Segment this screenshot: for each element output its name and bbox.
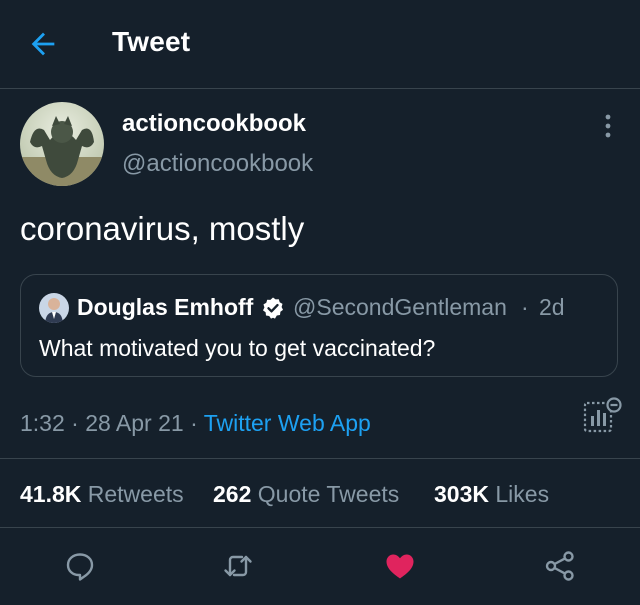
quoted-avatar xyxy=(39,293,69,323)
retweet-button[interactable] xyxy=(222,550,254,582)
page-title: Tweet xyxy=(112,26,191,57)
arrow-left-icon xyxy=(31,32,55,56)
retweets-stat[interactable]: 41.8K Retweets xyxy=(20,481,184,508)
quote-tweets-label: Quote Tweets xyxy=(257,481,400,507)
separator-dot: · xyxy=(71,410,79,436)
verified-badge-icon xyxy=(261,296,285,320)
like-button[interactable] xyxy=(384,550,416,582)
tweet-analytics-button[interactable] xyxy=(582,396,624,436)
quoted-handle: @SecondGentleman xyxy=(293,294,507,320)
more-options-button[interactable] xyxy=(598,112,618,140)
quoted-timestamp: 2d xyxy=(539,294,565,320)
top-bar: Tweet xyxy=(0,0,640,89)
likes-label: Likes xyxy=(495,481,550,507)
quote-tweets-count: 262 xyxy=(213,481,252,507)
tweet-text: coronavirus, mostly xyxy=(20,210,305,247)
author-handle[interactable]: @actioncookbook xyxy=(122,150,313,178)
avatar[interactable] xyxy=(20,102,104,186)
separator-dot: · xyxy=(190,410,198,436)
reply-button[interactable] xyxy=(64,550,96,582)
author-display-name[interactable]: actioncookbook xyxy=(122,110,306,138)
likes-count: 303K xyxy=(434,481,489,507)
retweets-label: Retweets xyxy=(87,481,184,507)
reply-icon xyxy=(66,553,94,581)
likes-stat[interactable]: 303K Likes xyxy=(434,481,549,508)
quoted-text: What motivated you to get vaccinated? xyxy=(39,335,436,361)
analytics-icon xyxy=(583,397,622,433)
quoted-display-name: Douglas Emhoff xyxy=(77,294,254,320)
separator-dot: · xyxy=(521,294,529,320)
like-icon xyxy=(386,554,414,579)
tweet-source-link[interactable]: Twitter Web App xyxy=(204,410,371,436)
tweet-date: 28 Apr 21 xyxy=(85,410,184,436)
back-button[interactable] xyxy=(26,27,60,61)
retweet-icon xyxy=(224,555,252,577)
tweet-time: 1:32 xyxy=(20,410,65,436)
quoted-tweet[interactable]: Douglas Emhoff @SecondGentleman · 2d Wha… xyxy=(20,274,618,377)
quote-tweets-stat[interactable]: 262 Quote Tweets xyxy=(213,481,399,508)
engagement-stats: 41.8K Retweets 262 Quote Tweets 303K Lik… xyxy=(0,458,640,528)
more-vertical-icon xyxy=(605,114,611,138)
tweet-metadata: 1:32 · 28 Apr 21 · Twitter Web App xyxy=(20,410,371,437)
retweets-count: 41.8K xyxy=(20,481,82,507)
share-icon xyxy=(545,551,574,581)
share-button[interactable] xyxy=(544,550,576,582)
